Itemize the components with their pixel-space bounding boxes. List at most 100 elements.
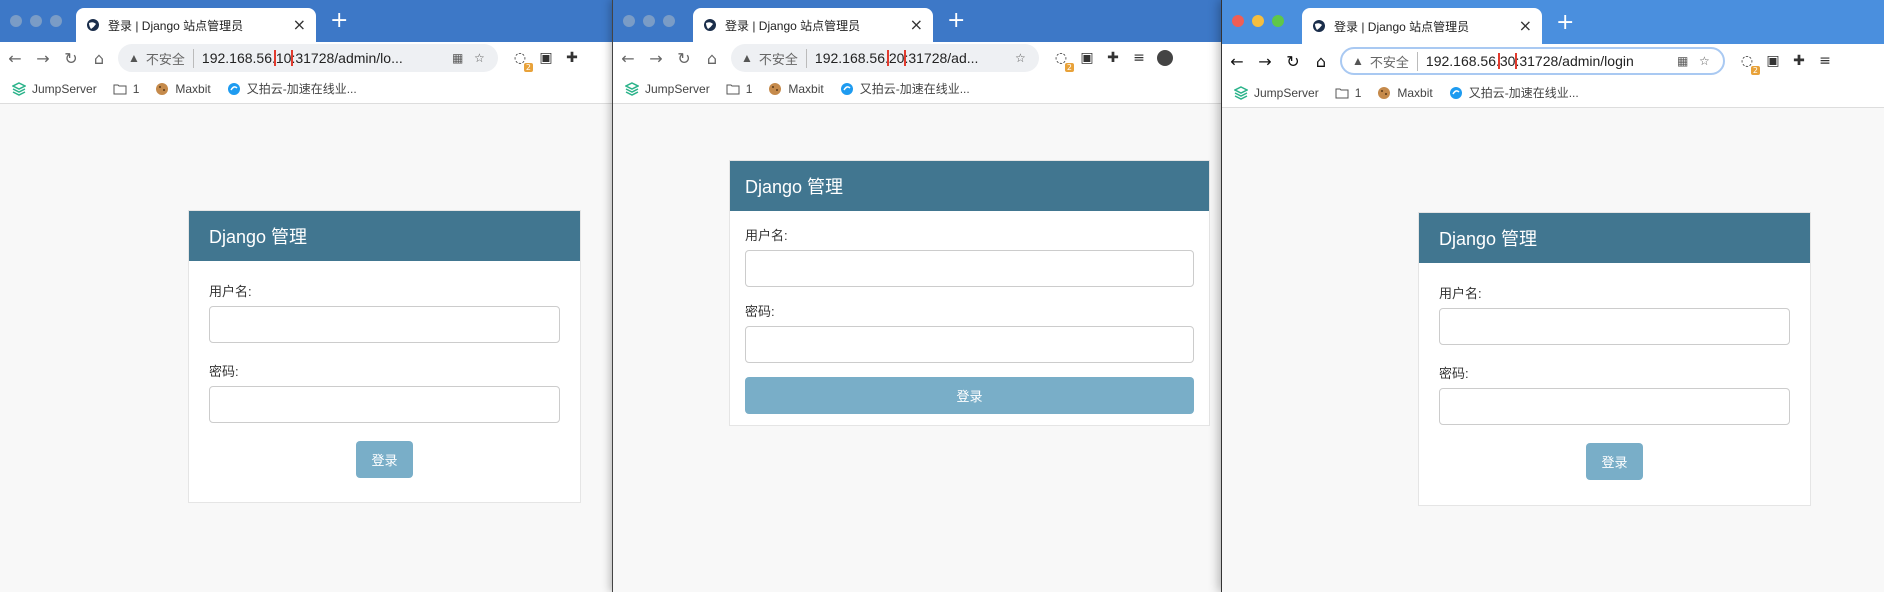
forward-button[interactable]: → (1252, 48, 1278, 74)
bookmark-folder[interactable]: 1 (113, 82, 139, 96)
minimize-window-button[interactable] (1252, 15, 1264, 27)
close-tab-icon[interactable]: × (293, 17, 306, 33)
bookmark-star-icon[interactable]: ☆ (474, 51, 488, 65)
bookmark-jumpserver[interactable]: JumpServer (1234, 86, 1319, 100)
url-highlight: 10 (273, 50, 294, 66)
login-button[interactable]: 登录 (356, 441, 413, 478)
close-tab-icon[interactable]: × (910, 17, 923, 33)
new-tab-button[interactable]: + (1556, 12, 1574, 34)
password-input[interactable] (209, 386, 560, 423)
tab-title: 登录 | Django 站点管理员 (108, 18, 244, 33)
address-bar[interactable]: ▲ 不安全 192.168.56.20:31728/ad... ☆ (731, 44, 1039, 72)
extension-icon[interactable]: ▣ (538, 50, 554, 66)
puzzle-icon[interactable]: ✚ (564, 50, 580, 66)
upyun-icon (1449, 86, 1462, 99)
bookmark-upyun[interactable]: 又拍云-加速在线业... (840, 80, 970, 97)
window-controls (10, 15, 62, 27)
address-bar[interactable]: ▲ 不安全 192.168.56.10:31728/admin/lo... ▦ … (118, 44, 498, 72)
avatar[interactable] (1157, 50, 1173, 66)
bookmark-folder[interactable]: 1 (1335, 86, 1361, 100)
bookmark-maxbit[interactable]: Maxbit (155, 82, 211, 96)
back-button[interactable]: ← (615, 45, 641, 71)
new-tab-button[interactable]: + (947, 10, 965, 32)
extension-icon[interactable]: ▣ (1765, 53, 1781, 69)
folder-icon (113, 84, 127, 94)
url-text: 192.168.56.10:31728/admin/lo... (202, 50, 444, 66)
bookmarks-bar: JumpServer 1 Maxbit 又拍云-加速在线业... (0, 74, 614, 104)
password-label: 密码: (745, 304, 775, 319)
zoom-window-button[interactable] (1272, 15, 1284, 27)
username-input[interactable] (745, 250, 1194, 287)
globe-icon (1313, 20, 1325, 32)
insecure-label: 不安全 (146, 48, 194, 68)
url-highlight: 30 (1497, 53, 1518, 69)
home-button[interactable]: ⌂ (1308, 48, 1334, 74)
globe-icon (87, 19, 99, 31)
reload-button[interactable]: ↻ (671, 45, 697, 71)
url-text: 192.168.56.30:31728/admin/login (1426, 53, 1669, 69)
bookmark-folder[interactable]: 1 (726, 82, 752, 96)
extension-icon[interactable]: ◌ 2 (1739, 53, 1760, 75)
puzzle-icon[interactable]: ✚ (1791, 53, 1807, 69)
close-window-button[interactable] (623, 15, 635, 27)
close-tab-icon[interactable]: × (1519, 18, 1532, 34)
new-tab-button[interactable]: + (330, 10, 348, 32)
playlist-icon[interactable]: ≡ (1131, 50, 1147, 66)
zoom-window-button[interactable] (50, 15, 62, 27)
minimize-window-button[interactable] (643, 15, 655, 27)
tab-login[interactable]: 登录 | Django 站点管理员 × (693, 8, 933, 42)
bookmark-upyun[interactable]: 又拍云-加速在线业... (1449, 84, 1579, 101)
username-label: 用户名: (745, 228, 788, 243)
login-form: 用户名: 密码: 登录 (1419, 263, 1810, 480)
bookmark-maxbit[interactable]: Maxbit (768, 82, 824, 96)
address-bar[interactable]: ▲ 不安全 192.168.56.30:31728/admin/login ▦ … (1340, 47, 1725, 75)
qr-code-icon[interactable]: ▦ (1677, 54, 1691, 68)
browser-window-3: 登录 | Django 站点管理员 × + ← → ↻ ⌂ ▲ 不安全 192.… (1221, 0, 1884, 592)
url-highlight: 20 (886, 50, 907, 66)
minimize-window-button[interactable] (30, 15, 42, 27)
warning-icon: ▲ (1352, 54, 1364, 68)
upyun-icon (227, 82, 240, 95)
puzzle-icon[interactable]: ✚ (1105, 50, 1121, 66)
login-button[interactable]: 登录 (1586, 443, 1643, 480)
home-button[interactable]: ⌂ (86, 45, 112, 71)
username-input[interactable] (1439, 308, 1790, 345)
password-input[interactable] (1439, 388, 1790, 425)
login-button[interactable]: 登录 (745, 377, 1194, 414)
extension-icon[interactable]: ◌ 2 (1053, 50, 1074, 72)
bookmark-jumpserver[interactable]: JumpServer (12, 82, 97, 96)
username-input[interactable] (209, 306, 560, 343)
playlist-icon[interactable]: ≡ (1817, 53, 1833, 69)
forward-button[interactable]: → (643, 45, 669, 71)
close-window-button[interactable] (1232, 15, 1244, 27)
bookmark-maxbit[interactable]: Maxbit (1377, 86, 1433, 100)
bookmark-star-icon[interactable]: ☆ (1699, 54, 1713, 68)
toolbar: ← → ↻ ⌂ ▲ 不安全 192.168.56.30:31728/admin/… (1222, 44, 1884, 78)
qr-code-icon[interactable]: ▦ (452, 51, 466, 65)
folder-icon (1335, 88, 1349, 98)
forward-button[interactable]: → (30, 45, 56, 71)
reload-button[interactable]: ↻ (1280, 48, 1306, 74)
bookmarks-bar: JumpServer 1 Maxbit 又拍云-加速在线业... (613, 74, 1224, 104)
url-text: 192.168.56.20:31728/ad... (815, 50, 1007, 66)
insecure-label: 不安全 (1370, 51, 1418, 71)
window-controls (623, 15, 675, 27)
extension-icon[interactable]: ◌ 2 (512, 50, 533, 72)
bookmark-upyun[interactable]: 又拍云-加速在线业... (227, 80, 357, 97)
bookmark-jumpserver[interactable]: JumpServer (625, 82, 710, 96)
password-input[interactable] (745, 326, 1194, 363)
close-window-button[interactable] (10, 15, 22, 27)
extension-icon[interactable]: ▣ (1079, 50, 1095, 66)
back-button[interactable]: ← (2, 45, 28, 71)
reload-button[interactable]: ↻ (58, 45, 84, 71)
zoom-window-button[interactable] (663, 15, 675, 27)
login-form: 用户名: 密码: 登录 (730, 211, 1209, 414)
browser-window-2: 登录 | Django 站点管理员 × + ← → ↻ ⌂ ▲ 不安全 192.… (612, 0, 1224, 592)
tab-login[interactable]: 登录 | Django 站点管理员 × (1302, 8, 1542, 44)
card-title: Django 管理 (730, 161, 1209, 211)
username-label: 用户名: (1439, 286, 1482, 301)
back-button[interactable]: ← (1224, 48, 1250, 74)
tab-login[interactable]: 登录 | Django 站点管理员 × (76, 8, 316, 42)
bookmark-star-icon[interactable]: ☆ (1015, 51, 1029, 65)
home-button[interactable]: ⌂ (699, 45, 725, 71)
